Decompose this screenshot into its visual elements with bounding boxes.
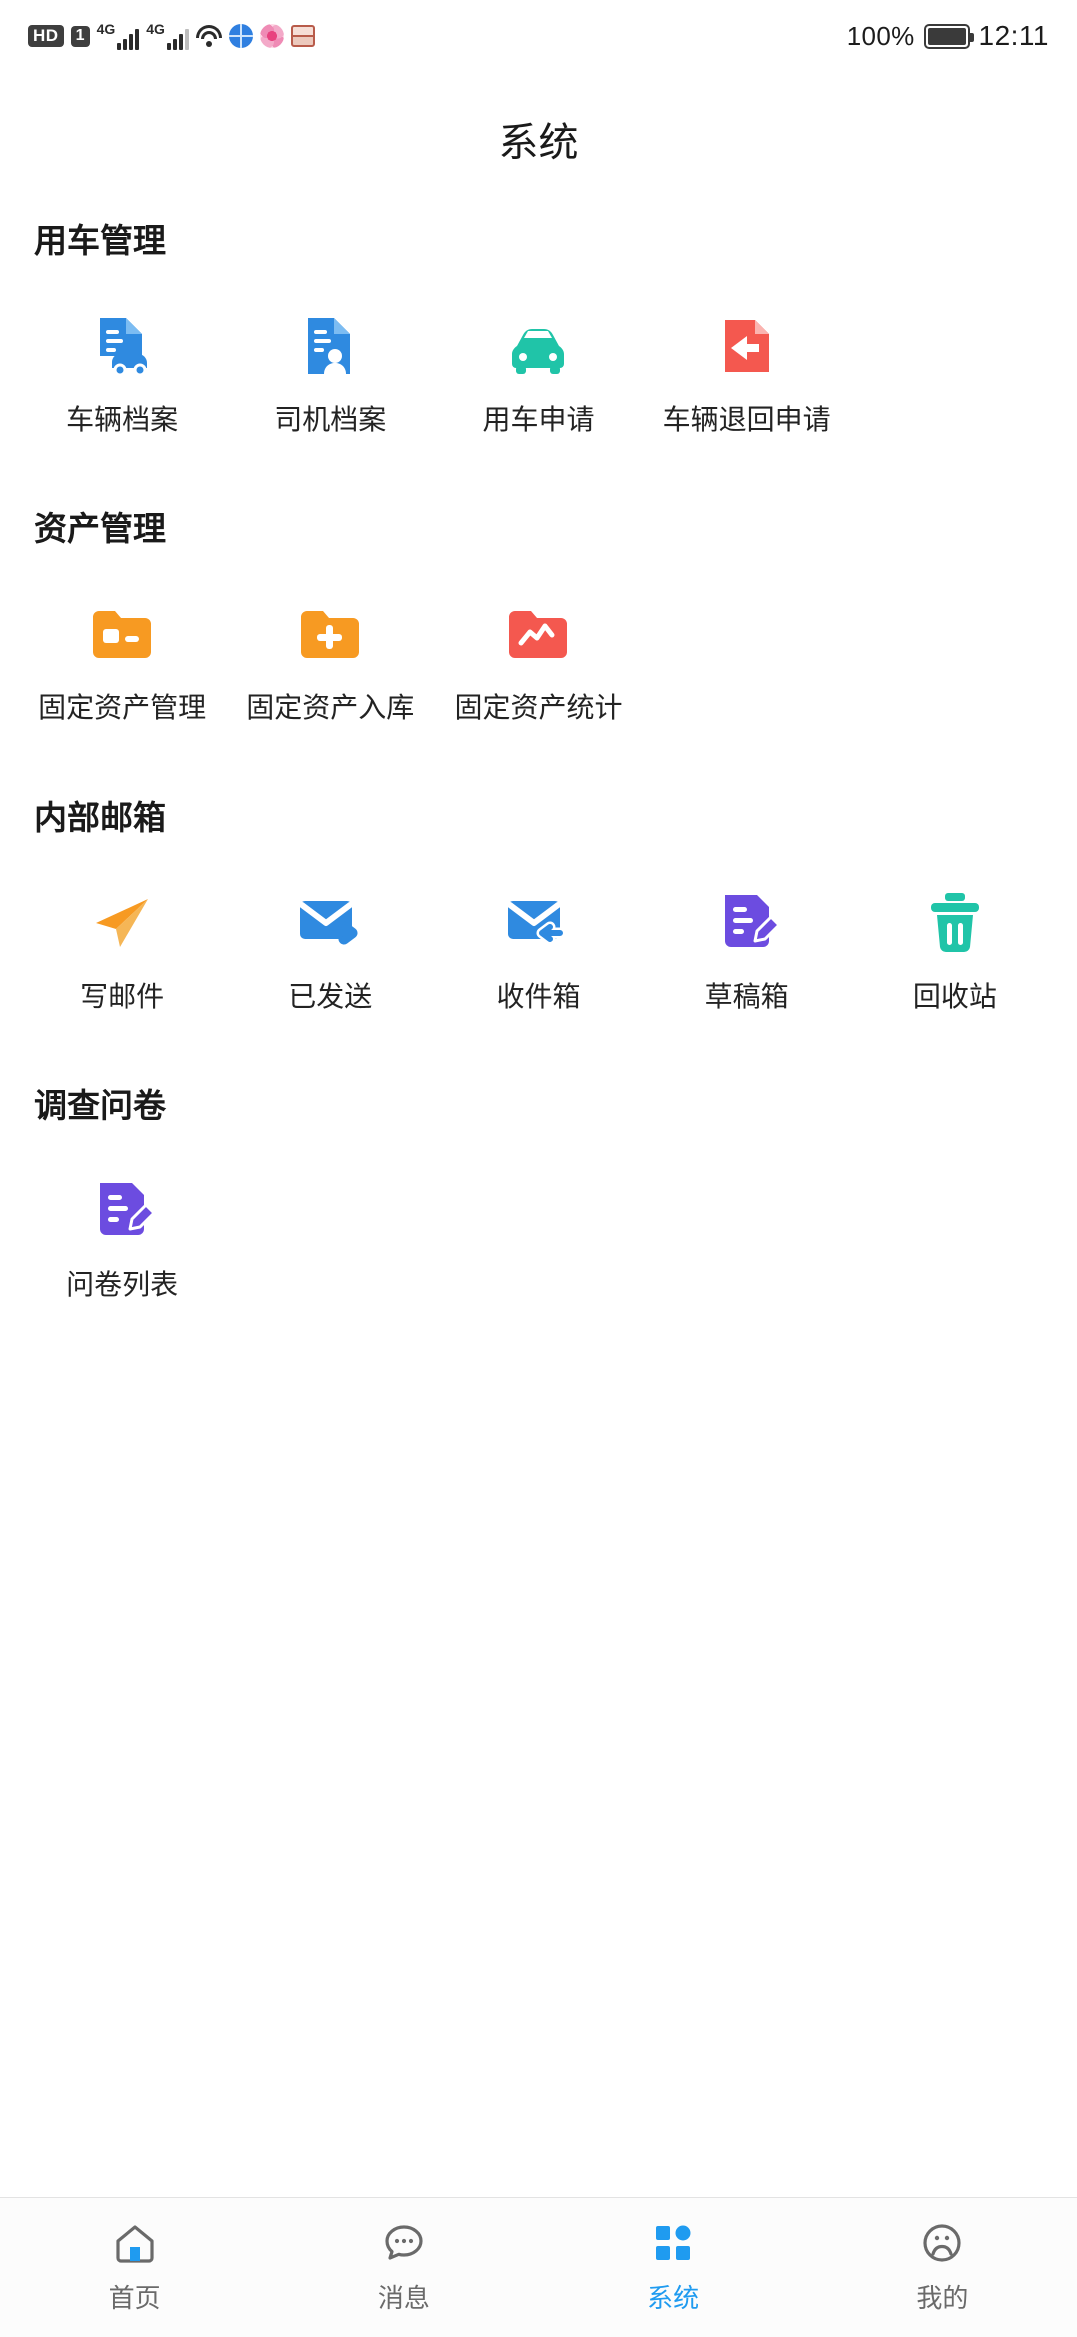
grid-spacer bbox=[851, 308, 1059, 438]
signal-group-2: 4G bbox=[146, 22, 189, 50]
car-apply-icon bbox=[500, 308, 576, 384]
asset-inbound-icon bbox=[292, 596, 368, 672]
compose-mail-icon bbox=[84, 885, 160, 961]
inbox-mail-icon bbox=[500, 885, 576, 961]
sim-badge-icon: 1 bbox=[70, 25, 90, 47]
tab-profile[interactable]: 我的 bbox=[808, 2198, 1077, 2337]
grid-item-compose-mail[interactable]: 写邮件 bbox=[18, 885, 226, 1015]
battery-icon bbox=[923, 23, 974, 49]
tab-home[interactable]: 首页 bbox=[0, 2198, 269, 2337]
grid-spacer bbox=[643, 1173, 851, 1303]
grid-item-car-apply[interactable]: 用车申请 bbox=[434, 308, 642, 438]
section-grid-vehicle: 车辆档案 司机档案 用车申请 车辆退回申请 bbox=[0, 308, 1077, 468]
battery-percent-label: 100% bbox=[846, 20, 915, 51]
sent-mail-icon bbox=[292, 885, 368, 961]
grid-icon bbox=[650, 2220, 696, 2266]
grid-item-survey-list[interactable]: 问卷列表 bbox=[18, 1173, 226, 1303]
trash-icon bbox=[917, 885, 993, 961]
grid-item-vehicle-file[interactable]: 车辆档案 bbox=[18, 308, 226, 438]
section-title-survey: 调查问卷 bbox=[34, 1087, 166, 1125]
grid-spacer bbox=[851, 1173, 1059, 1303]
section-title-mail: 内部邮箱 bbox=[34, 798, 166, 836]
grid-item-inbox-mail[interactable]: 收件箱 bbox=[434, 885, 642, 1015]
grid-item-asset-stats[interactable]: 固定资产统计 bbox=[434, 596, 642, 726]
grid-item-label: 回收站 bbox=[912, 980, 997, 1012]
grid-item-label: 固定资产管理 bbox=[38, 692, 207, 724]
grid-item-label: 固定资产入库 bbox=[246, 692, 415, 724]
signal-bars-icon-2 bbox=[166, 26, 189, 50]
profile-icon bbox=[919, 2220, 965, 2266]
grid-item-label: 写邮件 bbox=[80, 980, 165, 1012]
tab-label: 首页 bbox=[108, 2283, 161, 2313]
tab-message[interactable]: 消息 bbox=[269, 2198, 538, 2337]
signal-group-1: 4G bbox=[97, 22, 140, 50]
grid-item-label: 车辆退回申请 bbox=[662, 404, 831, 435]
tab-label: 系统 bbox=[647, 2283, 700, 2313]
section-title-vehicle: 用车管理 bbox=[34, 222, 166, 259]
section-title-asset: 资产管理 bbox=[34, 510, 166, 548]
grid-item-label: 收件箱 bbox=[496, 980, 581, 1012]
status-bar-right: 100% 12:11 bbox=[847, 20, 1049, 52]
bottom-tab-bar: 首页 消息 系统 我的 bbox=[0, 2197, 1077, 2337]
clock-label: 12:11 bbox=[978, 20, 1049, 51]
survey-list-icon bbox=[84, 1173, 160, 1249]
grid-spacer bbox=[226, 1173, 434, 1303]
grid-item-vehicle-return[interactable]: 车辆退回申请 bbox=[643, 308, 851, 438]
grid-item-asset-inbound[interactable]: 固定资产入库 bbox=[226, 596, 434, 726]
grid-item-draft-mail[interactable]: 草稿箱 bbox=[643, 885, 851, 1015]
tab-label: 消息 bbox=[377, 2283, 430, 2313]
globe-icon bbox=[228, 24, 253, 48]
section-grid-survey: 问卷列表 bbox=[0, 1173, 1077, 1333]
grid-item-label: 固定资产统计 bbox=[454, 692, 623, 724]
message-icon bbox=[381, 2220, 427, 2266]
page-title: 系统 bbox=[498, 121, 579, 165]
home-icon bbox=[112, 2220, 158, 2266]
asset-manage-icon bbox=[84, 596, 160, 672]
vehicle-file-icon bbox=[84, 308, 160, 384]
box-icon bbox=[290, 25, 315, 47]
network-type-label-1: 4G bbox=[96, 21, 116, 37]
status-bar-left: HD 1 4G 4G bbox=[28, 22, 315, 50]
grid-item-label: 已发送 bbox=[288, 980, 373, 1012]
grid-item-trash[interactable]: 回收站 bbox=[851, 885, 1059, 1015]
grid-item-label: 司机档案 bbox=[274, 404, 387, 435]
hd-badge-icon: HD bbox=[28, 25, 64, 47]
grid-item-driver-file[interactable]: 司机档案 bbox=[226, 308, 434, 438]
grid-item-sent-mail[interactable]: 已发送 bbox=[226, 885, 434, 1015]
grid-item-label: 草稿箱 bbox=[704, 980, 789, 1012]
grid-item-label: 用车申请 bbox=[482, 404, 595, 435]
asset-stats-icon bbox=[500, 596, 576, 672]
grid-spacer bbox=[434, 1173, 642, 1303]
section-grid-asset: 固定资产管理 固定资产入库 固定资产统计 bbox=[0, 596, 1077, 756]
wifi-icon bbox=[195, 25, 222, 47]
driver-file-icon bbox=[292, 308, 368, 384]
flower-icon bbox=[259, 24, 284, 48]
signal-bars-icon-1 bbox=[117, 26, 140, 50]
status-bar: HD 1 4G 4G 100% 12:11 bbox=[0, 0, 1077, 72]
draft-mail-icon bbox=[709, 885, 785, 961]
grid-item-label: 车辆档案 bbox=[66, 404, 179, 435]
grid-spacer bbox=[851, 596, 1059, 726]
tab-system[interactable]: 系统 bbox=[539, 2198, 808, 2337]
tab-label: 我的 bbox=[916, 2283, 969, 2313]
vehicle-return-icon bbox=[709, 308, 785, 384]
grid-item-asset-manage[interactable]: 固定资产管理 bbox=[18, 596, 226, 726]
grid-spacer bbox=[643, 596, 851, 726]
section-grid-mail: 写邮件 已发送 收件箱 草稿箱 回收站 bbox=[0, 885, 1077, 1045]
network-type-label-2: 4G bbox=[146, 21, 165, 37]
grid-item-label: 问卷列表 bbox=[66, 1269, 179, 1301]
